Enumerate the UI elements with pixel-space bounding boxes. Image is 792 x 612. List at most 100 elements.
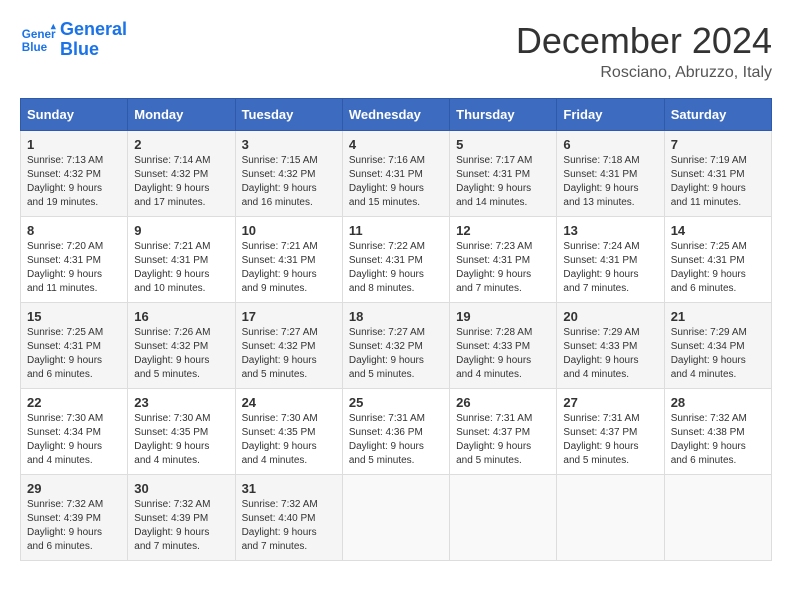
calendar-cell: 11 Sunrise: 7:22 AM Sunset: 4:31 PM Dayli…: [342, 217, 449, 303]
day-info: Sunrise: 7:17 AM Sunset: 4:31 PM Dayligh…: [456, 154, 550, 210]
day-number: 13: [563, 223, 657, 238]
col-header-saturday: Saturday: [664, 99, 771, 131]
day-info: Sunrise: 7:14 AM Sunset: 4:32 PM Dayligh…: [134, 154, 228, 210]
calendar-week-row: 1 Sunrise: 7:13 AM Sunset: 4:32 PM Daylig…: [21, 131, 772, 217]
day-number: 28: [671, 395, 765, 410]
calendar-cell: 8Sunrise: 7:20 AM Sunset: 4:31 PM Daylig…: [21, 217, 128, 303]
day-number: 2: [134, 137, 228, 152]
location-label: Rosciano, Abruzzo, Italy: [516, 64, 772, 82]
day-info: Sunrise: 7:16 AM Sunset: 4:31 PM Dayligh…: [349, 154, 443, 210]
calendar-cell: [557, 475, 664, 561]
calendar-cell: 9 Sunrise: 7:21 AM Sunset: 4:31 PM Daylig…: [128, 217, 235, 303]
day-number: 8: [27, 223, 121, 238]
calendar-cell: 22 Sunrise: 7:30 AM Sunset: 4:34 PM Dayli…: [21, 389, 128, 475]
day-number: 1: [27, 137, 121, 152]
day-number: 22: [27, 395, 121, 410]
calendar-header-row: SundayMondayTuesdayWednesdayThursdayFrid…: [21, 99, 772, 131]
day-number: 10: [242, 223, 336, 238]
day-info: Sunrise: 7:32 AM Sunset: 4:39 PM Dayligh…: [134, 498, 228, 554]
day-number: 24: [242, 395, 336, 410]
day-number: 21: [671, 309, 765, 324]
calendar-cell: 14 Sunrise: 7:25 AM Sunset: 4:31 PM Dayli…: [664, 217, 771, 303]
day-number: 3: [242, 137, 336, 152]
calendar-week-row: 29 Sunrise: 7:32 AM Sunset: 4:39 PM Dayli…: [21, 475, 772, 561]
calendar-cell: 28 Sunrise: 7:32 AM Sunset: 4:38 PM Dayli…: [664, 389, 771, 475]
calendar-table: SundayMondayTuesdayWednesdayThursdayFrid…: [20, 98, 772, 561]
col-header-wednesday: Wednesday: [342, 99, 449, 131]
calendar-cell: 15 Sunrise: 7:25 AM Sunset: 4:31 PM Dayli…: [21, 303, 128, 389]
calendar-cell: [664, 475, 771, 561]
calendar-cell: 19Sunrise: 7:28 AM Sunset: 4:33 PM Dayli…: [450, 303, 557, 389]
day-info: Sunrise: 7:21 AM Sunset: 4:31 PM Dayligh…: [134, 240, 228, 296]
day-info: Sunrise: 7:24 AM Sunset: 4:31 PM Dayligh…: [563, 240, 657, 296]
calendar-week-row: 22 Sunrise: 7:30 AM Sunset: 4:34 PM Dayli…: [21, 389, 772, 475]
calendar-cell: 16 Sunrise: 7:26 AM Sunset: 4:32 PM Dayli…: [128, 303, 235, 389]
day-info: Sunrise: 7:30 AM Sunset: 4:35 PM Dayligh…: [242, 412, 336, 468]
calendar-cell: 21 Sunrise: 7:29 AM Sunset: 4:34 PM Dayli…: [664, 303, 771, 389]
calendar-cell: 7 Sunrise: 7:19 AM Sunset: 4:31 PM Daylig…: [664, 131, 771, 217]
day-number: 20: [563, 309, 657, 324]
day-info: Sunrise: 7:27 AM Sunset: 4:32 PM Dayligh…: [242, 326, 336, 382]
day-info: Sunrise: 7:31 AM Sunset: 4:36 PM Dayligh…: [349, 412, 443, 468]
day-number: 6: [563, 137, 657, 152]
day-number: 9: [134, 223, 228, 238]
calendar-cell: 26Sunrise: 7:31 AM Sunset: 4:37 PM Dayli…: [450, 389, 557, 475]
logo-wordmark: General Blue: [60, 20, 127, 60]
svg-text:Blue: Blue: [22, 41, 48, 54]
page-header: General Blue General Blue December 2024 …: [20, 20, 772, 82]
col-header-friday: Friday: [557, 99, 664, 131]
calendar-cell: 29Sunrise: 7:32 AM Sunset: 4:39 PM Dayli…: [21, 475, 128, 561]
calendar-cell: 27Sunrise: 7:31 AM Sunset: 4:37 PM Dayli…: [557, 389, 664, 475]
day-number: 7: [671, 137, 765, 152]
day-info: Sunrise: 7:19 AM Sunset: 4:31 PM Dayligh…: [671, 154, 765, 210]
day-info: Sunrise: 7:32 AM Sunset: 4:38 PM Dayligh…: [671, 412, 765, 468]
calendar-cell: 20 Sunrise: 7:29 AM Sunset: 4:33 PM Dayli…: [557, 303, 664, 389]
calendar-cell: 23Sunrise: 7:30 AM Sunset: 4:35 PM Dayli…: [128, 389, 235, 475]
day-info: Sunrise: 7:29 AM Sunset: 4:34 PM Dayligh…: [671, 326, 765, 382]
day-number: 26: [456, 395, 550, 410]
day-number: 14: [671, 223, 765, 238]
calendar-cell: [342, 475, 449, 561]
day-number: 4: [349, 137, 443, 152]
day-info: Sunrise: 7:25 AM Sunset: 4:31 PM Dayligh…: [671, 240, 765, 296]
day-number: 17: [242, 309, 336, 324]
day-info: Sunrise: 7:30 AM Sunset: 4:35 PM Dayligh…: [134, 412, 228, 468]
calendar-cell: 24 Sunrise: 7:30 AM Sunset: 4:35 PM Dayli…: [235, 389, 342, 475]
calendar-cell: [450, 475, 557, 561]
title-block: December 2024 Rosciano, Abruzzo, Italy: [516, 20, 772, 82]
calendar-cell: 10 Sunrise: 7:21 AM Sunset: 4:31 PM Dayli…: [235, 217, 342, 303]
svg-text:General: General: [22, 28, 56, 41]
day-info: Sunrise: 7:29 AM Sunset: 4:33 PM Dayligh…: [563, 326, 657, 382]
logo: General Blue General Blue: [20, 20, 127, 60]
day-number: 25: [349, 395, 443, 410]
calendar-cell: 1 Sunrise: 7:13 AM Sunset: 4:32 PM Daylig…: [21, 131, 128, 217]
calendar-cell: 17 Sunrise: 7:27 AM Sunset: 4:32 PM Dayli…: [235, 303, 342, 389]
day-info: Sunrise: 7:30 AM Sunset: 4:34 PM Dayligh…: [27, 412, 121, 468]
day-number: 16: [134, 309, 228, 324]
day-number: 29: [27, 481, 121, 496]
calendar-cell: 4 Sunrise: 7:16 AM Sunset: 4:31 PM Daylig…: [342, 131, 449, 217]
calendar-week-row: 15 Sunrise: 7:25 AM Sunset: 4:31 PM Dayli…: [21, 303, 772, 389]
calendar-cell: 18 Sunrise: 7:27 AM Sunset: 4:32 PM Dayli…: [342, 303, 449, 389]
calendar-week-row: 8Sunrise: 7:20 AM Sunset: 4:31 PM Daylig…: [21, 217, 772, 303]
day-number: 5: [456, 137, 550, 152]
month-title: December 2024: [516, 20, 772, 62]
day-info: Sunrise: 7:26 AM Sunset: 4:32 PM Dayligh…: [134, 326, 228, 382]
day-number: 18: [349, 309, 443, 324]
day-info: Sunrise: 7:15 AM Sunset: 4:32 PM Dayligh…: [242, 154, 336, 210]
day-info: Sunrise: 7:25 AM Sunset: 4:31 PM Dayligh…: [27, 326, 121, 382]
day-info: Sunrise: 7:22 AM Sunset: 4:31 PM Dayligh…: [349, 240, 443, 296]
calendar-cell: 12Sunrise: 7:23 AM Sunset: 4:31 PM Dayli…: [450, 217, 557, 303]
day-number: 19: [456, 309, 550, 324]
day-info: Sunrise: 7:32 AM Sunset: 4:40 PM Dayligh…: [242, 498, 336, 554]
day-number: 15: [27, 309, 121, 324]
day-info: Sunrise: 7:18 AM Sunset: 4:31 PM Dayligh…: [563, 154, 657, 210]
day-number: 11: [349, 223, 443, 238]
day-info: Sunrise: 7:13 AM Sunset: 4:32 PM Dayligh…: [27, 154, 121, 210]
calendar-cell: 5 Sunrise: 7:17 AM Sunset: 4:31 PM Daylig…: [450, 131, 557, 217]
day-info: Sunrise: 7:27 AM Sunset: 4:32 PM Dayligh…: [349, 326, 443, 382]
calendar-cell: 3 Sunrise: 7:15 AM Sunset: 4:32 PM Daylig…: [235, 131, 342, 217]
day-info: Sunrise: 7:21 AM Sunset: 4:31 PM Dayligh…: [242, 240, 336, 296]
day-number: 27: [563, 395, 657, 410]
col-header-tuesday: Tuesday: [235, 99, 342, 131]
